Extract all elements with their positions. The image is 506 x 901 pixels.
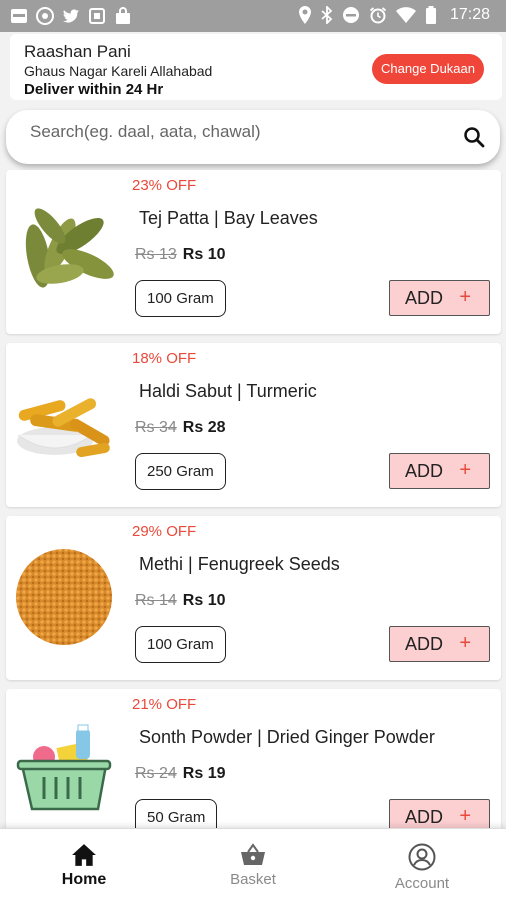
discount-badge: 18% OFF <box>132 350 197 367</box>
status-bar: 17:28 <box>0 0 506 32</box>
price: Rs 34 Rs 28 <box>135 419 226 437</box>
plus-icon: + <box>459 805 471 827</box>
add-to-basket-button[interactable]: ADD + <box>389 626 490 662</box>
bay-leaves-image <box>25 208 114 288</box>
bluetooth-icon <box>321 6 333 24</box>
battery-icon <box>425 6 436 24</box>
delivery-time: Deliver within 24 Hr <box>24 81 164 98</box>
nav-account[interactable]: Account <box>367 843 477 892</box>
old-price: Rs 14 <box>135 592 177 609</box>
add-to-basket-button[interactable]: ADD + <box>389 280 490 316</box>
search-input[interactable]: Search(eg. daal, aata, chawal) <box>30 122 261 142</box>
shopping-bag-icon <box>116 7 130 24</box>
status-time: 17:28 <box>449 6 490 23</box>
add-label: ADD <box>405 288 444 308</box>
add-label: ADD <box>405 807 444 827</box>
add-label: ADD <box>405 634 444 654</box>
search-icon[interactable] <box>462 125 486 149</box>
quantity-selector[interactable]: 100 Gram <box>135 280 226 317</box>
chrome-icon <box>36 7 54 25</box>
old-price: Rs 13 <box>135 246 177 263</box>
old-price: Rs 24 <box>135 765 177 782</box>
basket-icon <box>241 843 265 865</box>
product-name: Methi | Fenugreek Seeds <box>139 554 340 574</box>
quantity-selector[interactable]: 100 Gram <box>135 626 226 663</box>
discount-badge: 23% OFF <box>132 177 197 194</box>
price: Rs 13 Rs 10 <box>135 246 226 264</box>
add-to-basket-button[interactable]: ADD + <box>389 453 490 489</box>
product-name: Tej Patta | Bay Leaves <box>139 208 318 228</box>
product-card[interactable]: 23% OFF Tej Patta | Bay Leaves Rs 13 Rs 1… <box>6 170 501 334</box>
current-price: Rs 19 <box>182 765 226 782</box>
bottom-navigation: Home Basket Account <box>0 828 506 901</box>
current-price: Rs 28 <box>182 419 226 436</box>
quantity-selector[interactable]: 250 Gram <box>135 453 226 490</box>
plus-icon: + <box>459 286 471 308</box>
product-name: Sonth Powder | Dried Ginger Powder <box>139 727 435 747</box>
fenugreek-image <box>16 549 112 645</box>
search-bar[interactable]: Search(eg. daal, aata, chawal) <box>6 110 500 164</box>
turmeric-image <box>17 398 110 458</box>
store-header: Raashan Pani Ghaus Nagar Kareli Allahaba… <box>10 34 502 100</box>
twitter-icon <box>63 9 79 23</box>
home-icon <box>72 844 96 866</box>
store-name: Raashan Pani <box>24 42 131 61</box>
product-card[interactable]: 18% OFF Haldi Sabut | Turmeric Rs 34 Rs 2… <box>6 343 501 507</box>
plus-icon: + <box>459 459 471 481</box>
price: Rs 24 Rs 19 <box>135 765 226 783</box>
change-dukaan-button[interactable]: Change Dukaan <box>372 54 484 84</box>
basket-placeholder-image <box>16 724 112 811</box>
app-icon <box>89 8 105 24</box>
nav-home-label: Home <box>61 871 107 888</box>
account-icon <box>408 843 436 871</box>
price: Rs 14 Rs 10 <box>135 592 226 610</box>
add-label: ADD <box>405 461 444 481</box>
notification-icon <box>11 9 27 23</box>
nav-account-label: Account <box>394 875 450 892</box>
old-price: Rs 34 <box>135 419 177 436</box>
discount-badge: 21% OFF <box>132 696 197 713</box>
discount-badge: 29% OFF <box>132 523 197 540</box>
current-price: Rs 10 <box>182 246 226 263</box>
do-not-disturb-icon <box>342 7 359 23</box>
store-address: Ghaus Nagar Kareli Allahabad <box>24 63 213 79</box>
nav-basket[interactable]: Basket <box>198 843 308 888</box>
product-name: Haldi Sabut | Turmeric <box>139 381 317 401</box>
current-price: Rs 10 <box>182 592 226 609</box>
alarm-icon <box>369 7 387 24</box>
plus-icon: + <box>459 632 471 654</box>
nav-basket-label: Basket <box>230 871 276 888</box>
location-icon <box>298 6 311 24</box>
product-card[interactable]: 29% OFF Methi | Fenugreek Seeds Rs 14 Rs … <box>6 516 501 680</box>
wifi-icon <box>395 7 416 23</box>
nav-home[interactable]: Home <box>29 843 139 889</box>
